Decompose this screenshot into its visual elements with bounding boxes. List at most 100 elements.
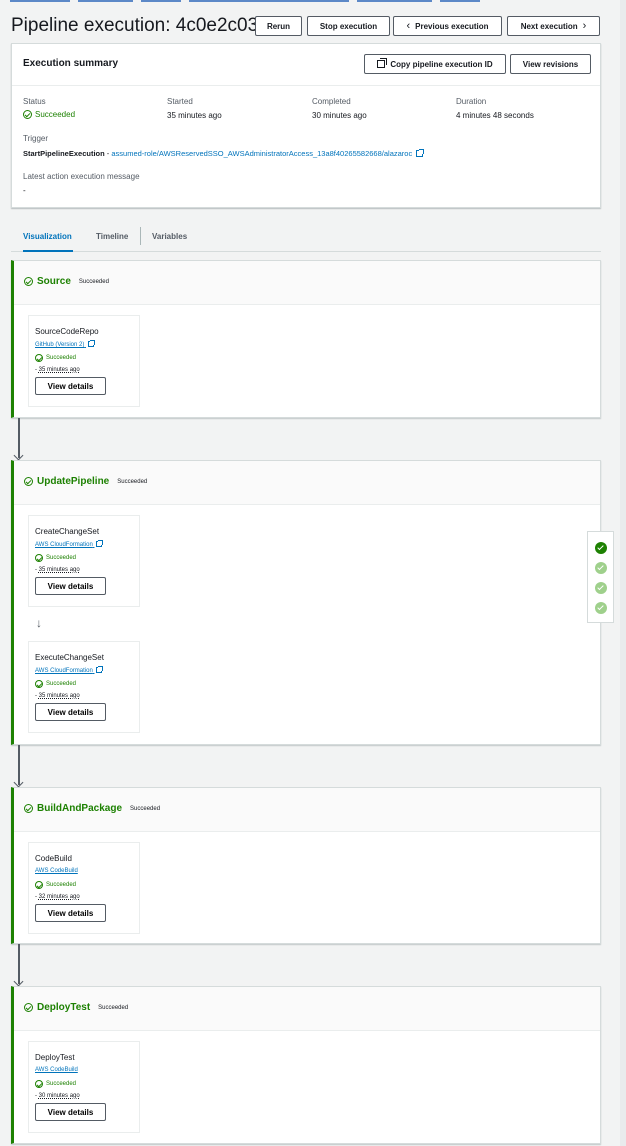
external-link-icon[interactable] xyxy=(88,340,96,347)
action-provider-label[interactable]: AWS CodeBuild xyxy=(35,868,78,874)
check-circle-icon xyxy=(24,477,33,486)
action-card: ExecuteChangeSet AWS CloudFormation Succ… xyxy=(28,641,140,733)
completed-value: 30 minutes ago xyxy=(312,111,367,120)
stage-progress-rail xyxy=(587,531,614,623)
check-circle-icon xyxy=(35,881,43,889)
next-execution-label: Next execution xyxy=(520,21,578,31)
action-provider-label[interactable]: AWS CloudFormation xyxy=(35,668,93,674)
page-title: Pipeline execution: 4c0e2c03 xyxy=(11,15,259,36)
action-status: Succeeded xyxy=(35,881,76,889)
duration-label: Duration xyxy=(456,97,487,106)
action-name: CodeBuild xyxy=(35,854,72,863)
check-circle-icon xyxy=(35,680,43,688)
stage-title: UpdatePipeline Succeeded xyxy=(24,476,147,487)
trigger-value: StartPipelineExecution - assumed-role/AW… xyxy=(23,149,425,158)
stage-name: DeployTest xyxy=(37,1002,91,1013)
check-circle-icon[interactable] xyxy=(595,542,607,554)
previous-execution-label: Previous execution xyxy=(415,21,489,31)
trigger-role-link[interactable]: assumed-role/AWSReservedSSO_AWSAdministr… xyxy=(111,149,412,158)
copy-execution-id-label: Copy pipeline execution ID xyxy=(390,59,493,69)
view-details-button[interactable]: View details xyxy=(35,577,106,595)
next-execution-button[interactable]: Next execution › xyxy=(507,16,600,36)
action-provider-link[interactable]: AWS CodeBuild xyxy=(35,1067,78,1073)
action-time-text: 32 minutes ago xyxy=(38,894,80,900)
action-status: Succeeded xyxy=(35,1080,76,1088)
view-details-button[interactable]: View details xyxy=(35,904,106,922)
action-provider-link[interactable]: AWS CloudFormation xyxy=(35,540,104,548)
stage-status: Succeeded xyxy=(78,278,109,285)
external-link-icon[interactable] xyxy=(96,666,104,673)
execution-summary-card: Execution summary Copy pipeline executio… xyxy=(11,43,601,208)
previous-execution-button[interactable]: ‹ Previous execution xyxy=(393,16,502,36)
external-link-icon[interactable] xyxy=(96,540,104,547)
action-provider-label[interactable]: AWS CloudFormation xyxy=(35,542,93,548)
action-provider-link[interactable]: GitHub (Version 2) xyxy=(35,340,96,348)
action-name: SourceCodeRepo xyxy=(35,327,99,336)
stage-header: UpdatePipeline Succeeded xyxy=(14,461,600,505)
action-card: CodeBuild AWS CodeBuild Succeeded - 32 m… xyxy=(28,842,140,934)
action-status-text: Succeeded xyxy=(46,355,77,361)
stop-execution-button[interactable]: Stop execution xyxy=(307,16,390,36)
check-circle-icon xyxy=(24,804,33,813)
tab-timeline[interactable]: Timeline xyxy=(96,222,136,251)
breadcrumb[interactable] xyxy=(10,0,510,4)
view-revisions-button[interactable]: View revisions xyxy=(510,54,591,74)
stage-header: Source Succeeded xyxy=(14,261,600,305)
action-time-text: 35 minutes ago xyxy=(38,367,80,373)
trigger-label: Trigger xyxy=(23,134,49,143)
action-provider-label[interactable]: AWS CodeBuild xyxy=(35,1067,78,1073)
check-circle-icon[interactable] xyxy=(595,562,607,574)
action-name: CreateChangeSet xyxy=(35,527,100,536)
latest-message-value: - xyxy=(23,186,26,195)
action-provider-label[interactable]: GitHub (Version 2) xyxy=(35,342,84,348)
started-label: Started xyxy=(167,97,193,106)
tab-divider xyxy=(140,227,141,245)
action-provider-link[interactable]: AWS CloudFormation xyxy=(35,666,104,674)
chevron-right-icon: › xyxy=(582,20,587,32)
tab-variables[interactable]: Variables xyxy=(152,222,197,251)
page-header: Pipeline execution: 4c0e2c03 Rerun Stop … xyxy=(11,14,601,40)
started-value: 35 minutes ago xyxy=(167,111,222,120)
check-circle-icon xyxy=(23,110,32,119)
check-circle-icon xyxy=(35,1080,43,1088)
duration-value: 4 minutes 48 seconds xyxy=(456,111,534,120)
action-time: - 35 minutes ago xyxy=(35,693,80,699)
view-details-button[interactable]: View details xyxy=(35,703,106,721)
stage-name: UpdatePipeline xyxy=(37,476,110,487)
action-status-text: Succeeded xyxy=(46,882,77,888)
copy-icon xyxy=(377,58,388,68)
action-time-text: 35 minutes ago xyxy=(38,693,80,699)
view-details-button[interactable]: View details xyxy=(35,377,106,395)
action-time-text: 35 minutes ago xyxy=(38,567,80,573)
pipeline-execution-page: Pipeline execution: 4c0e2c03 Rerun Stop … xyxy=(0,0,626,1146)
tab-visualization[interactable]: Visualization xyxy=(23,222,73,252)
execution-summary-header: Execution summary Copy pipeline executio… xyxy=(12,44,600,86)
stage-title: DeployTest Succeeded xyxy=(24,1002,128,1013)
action-time-text: 30 minutes ago xyxy=(38,1093,80,1099)
action-time: - 35 minutes ago xyxy=(35,567,80,573)
execution-summary-title: Execution summary xyxy=(23,58,119,69)
view-details-button[interactable]: View details xyxy=(35,1103,106,1121)
stage-title: BuildAndPackage Succeeded xyxy=(24,803,160,814)
stage-status: Succeeded xyxy=(117,478,148,485)
action-provider-link[interactable]: AWS CodeBuild xyxy=(35,868,78,874)
page-scrollbar[interactable] xyxy=(620,0,626,1146)
stage-header: BuildAndPackage Succeeded xyxy=(14,788,600,832)
action-status-text: Succeeded xyxy=(46,681,77,687)
action-time: - 30 minutes ago xyxy=(35,1093,80,1099)
action-status-text: Succeeded xyxy=(46,555,77,561)
rerun-button[interactable]: Rerun xyxy=(255,16,302,36)
arrow-down-icon xyxy=(18,418,20,458)
stage-update-pipeline: UpdatePipeline Succeeded CreateChangeSet… xyxy=(11,460,601,745)
check-circle-icon xyxy=(24,277,33,286)
copy-execution-id-button[interactable]: Copy pipeline execution ID xyxy=(364,54,506,74)
action-status: Succeeded xyxy=(35,554,76,562)
check-circle-icon[interactable] xyxy=(595,582,607,594)
arrow-down-icon: ↓ xyxy=(36,616,42,630)
stage-header: DeployTest Succeeded xyxy=(14,987,600,1031)
action-card: CreateChangeSet AWS CloudFormation Succe… xyxy=(28,515,140,607)
check-circle-icon[interactable] xyxy=(595,602,607,614)
external-link-icon[interactable] xyxy=(416,149,425,157)
arrow-down-icon xyxy=(18,944,20,984)
action-name: DeployTest xyxy=(35,1053,75,1062)
